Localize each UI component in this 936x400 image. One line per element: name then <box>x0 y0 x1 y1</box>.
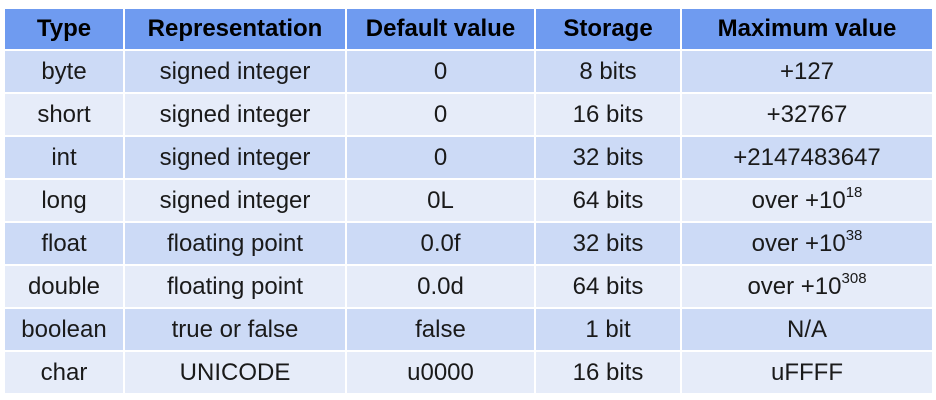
cell-default: 0 <box>347 94 536 137</box>
cell-maximum: +2147483647 <box>682 137 932 180</box>
cell-representation: signed integer <box>125 180 347 223</box>
cell-type: int <box>5 137 125 180</box>
cell-default: 0L <box>347 180 536 223</box>
cell-representation: true or false <box>125 309 347 352</box>
cell-maximum: +127 <box>682 51 932 94</box>
header-storage: Storage <box>536 9 682 51</box>
max-base: +127 <box>779 57 835 85</box>
cell-type: double <box>5 266 125 309</box>
cell-representation: floating point <box>125 266 347 309</box>
cell-default: 0.0d <box>347 266 536 309</box>
header-representation: Representation <box>125 9 347 51</box>
header-type: Type <box>5 9 125 51</box>
cell-type: byte <box>5 51 125 94</box>
max-base: over +10 <box>747 272 842 300</box>
cell-representation: signed integer <box>125 137 347 180</box>
cell-representation: signed integer <box>125 94 347 137</box>
cell-representation: floating point <box>125 223 347 266</box>
max-exponent: 308 <box>841 269 867 287</box>
cell-maximum: over +10308 <box>682 266 932 309</box>
max-base: +32767 <box>766 100 848 128</box>
header-default-value: Default value <box>347 9 536 51</box>
cell-default: false <box>347 309 536 352</box>
cell-storage: 16 bits <box>536 94 682 137</box>
table-row: double floating point 0.0d 64 bits over … <box>5 266 932 309</box>
max-base: +2147483647 <box>733 143 881 171</box>
max-base: over +10 <box>751 229 846 257</box>
cell-storage: 1 bit <box>536 309 682 352</box>
cell-type: char <box>5 352 125 395</box>
data-types-table-container: Type Representation Default value Storag… <box>5 9 932 395</box>
cell-default: 0 <box>347 137 536 180</box>
max-exponent: 38 <box>845 226 863 244</box>
cell-storage: 32 bits <box>536 137 682 180</box>
max-base: uFFFF <box>771 358 843 386</box>
cell-storage: 64 bits <box>536 180 682 223</box>
cell-type: long <box>5 180 125 223</box>
cell-storage: 16 bits <box>536 352 682 395</box>
cell-type: float <box>5 223 125 266</box>
table-row: long signed integer 0L 64 bits over +101… <box>5 180 932 223</box>
header-row: Type Representation Default value Storag… <box>5 9 932 51</box>
cell-maximum: +32767 <box>682 94 932 137</box>
java-primitive-types-table: Type Representation Default value Storag… <box>5 9 932 395</box>
cell-default: 0.0f <box>347 223 536 266</box>
cell-default: u0000 <box>347 352 536 395</box>
cell-storage: 8 bits <box>536 51 682 94</box>
cell-storage: 64 bits <box>536 266 682 309</box>
cell-maximum: over +1038 <box>682 223 932 266</box>
max-base: over +10 <box>751 186 846 214</box>
cell-maximum: over +1018 <box>682 180 932 223</box>
table-row: char UNICODE u0000 16 bits uFFFF <box>5 352 932 395</box>
cell-maximum: N/A <box>682 309 932 352</box>
table-row: short signed integer 0 16 bits +32767 <box>5 94 932 137</box>
table-row: int signed integer 0 32 bits +2147483647 <box>5 137 932 180</box>
table-row: float floating point 0.0f 32 bits over +… <box>5 223 932 266</box>
cell-maximum: uFFFF <box>682 352 932 395</box>
table-header: Type Representation Default value Storag… <box>5 9 932 51</box>
max-base: N/A <box>786 315 827 343</box>
max-exponent: 18 <box>845 183 863 201</box>
header-maximum-value: Maximum value <box>682 9 932 51</box>
cell-representation: UNICODE <box>125 352 347 395</box>
table-row: byte signed integer 0 8 bits +127 <box>5 51 932 94</box>
cell-default: 0 <box>347 51 536 94</box>
cell-type: short <box>5 94 125 137</box>
table-body: byte signed integer 0 8 bits +127 short … <box>5 51 932 395</box>
cell-representation: signed integer <box>125 51 347 94</box>
cell-type: boolean <box>5 309 125 352</box>
table-row: boolean true or false false 1 bit N/A <box>5 309 932 352</box>
cell-storage: 32 bits <box>536 223 682 266</box>
